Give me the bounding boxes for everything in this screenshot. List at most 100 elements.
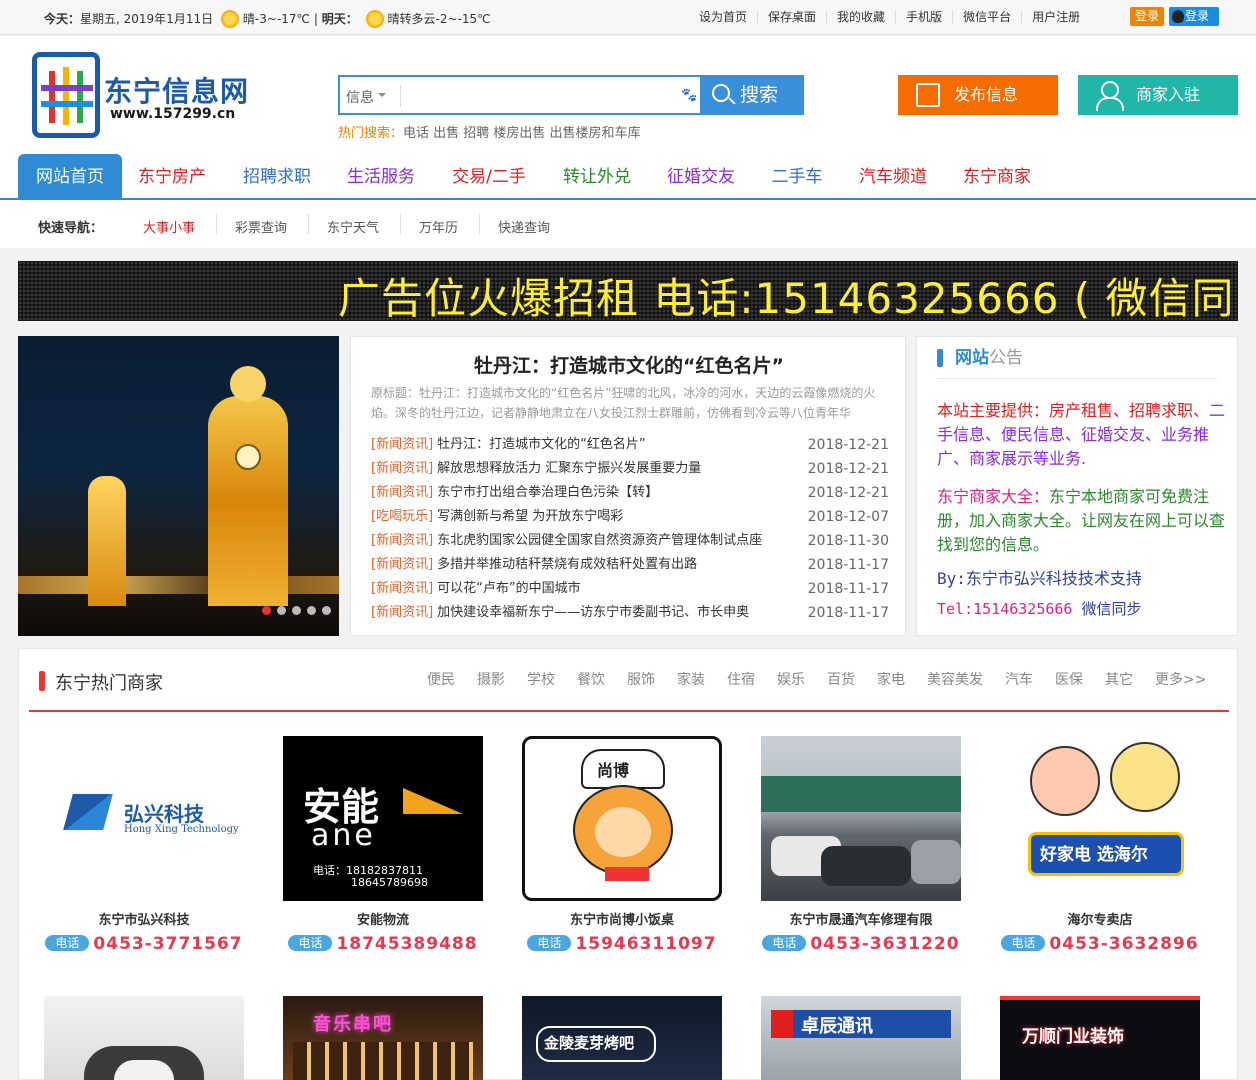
slide-dots — [262, 606, 331, 615]
search-button[interactable]: 搜索 — [700, 75, 804, 115]
category-link[interactable]: 学校 — [527, 669, 555, 689]
favorites-link[interactable]: 我的收藏 — [827, 10, 897, 24]
merchant-card[interactable]: 万顺门业装饰 — [1000, 996, 1200, 1080]
more-link[interactable]: 更多>> — [1155, 669, 1206, 689]
category-link[interactable]: 美容美发 — [927, 669, 983, 689]
merchant-logo[interactable] — [761, 736, 961, 901]
category-link[interactable]: 便民 — [427, 669, 455, 689]
news-title[interactable]: 加快建设幸福新东宁——访东宁市委副书记、市长申奥 — [437, 605, 749, 620]
category-link[interactable]: 住宿 — [727, 669, 755, 689]
phone-tag: 电话 — [288, 935, 333, 951]
merchant-card[interactable]: 金陵麦芽烤吧 — [522, 996, 722, 1080]
ad-banner-text: 广告位火爆招租 电话:15146325666 ( 微信同 — [338, 274, 1235, 321]
nav-life-service[interactable]: 生活服务 — [334, 154, 428, 200]
search-type-select[interactable]: 信息 — [346, 87, 386, 107]
nav-dating[interactable]: 征婚交友 — [654, 154, 748, 200]
nav-home[interactable]: 网站首页 — [18, 154, 122, 200]
quick-nav-label: 快速导航： — [38, 221, 104, 236]
merchant-logo[interactable]: 好家电 选海尔 — [1000, 736, 1200, 901]
ad-banner[interactable]: 广告位火爆招租 电话:15146325666 ( 微信同 — [18, 261, 1238, 321]
category-link[interactable]: 百货 — [827, 669, 855, 689]
notice-tel-value: 15146325666 — [973, 600, 1073, 618]
category-link[interactable]: 服饰 — [627, 669, 655, 689]
category-link[interactable]: 其它 — [1105, 669, 1133, 689]
category-link[interactable]: 家装 — [677, 669, 705, 689]
merchant-card[interactable]: 卓辰通讯 — [761, 996, 961, 1080]
merchant-logo[interactable]: 弘兴科技 Hong Xing Technology — [44, 736, 244, 901]
news-item[interactable]: [新闻资讯] 牡丹江：打造城市文化的“红色名片” 2018-12-21 — [371, 433, 891, 457]
merchant-name[interactable]: 东宁市尚博小饭桌 — [522, 909, 722, 928]
register-link[interactable]: 用户注册 — [1022, 10, 1090, 24]
merchant-logo[interactable]: 尚博 — [522, 736, 722, 901]
login-button[interactable]: 登录 — [1130, 7, 1164, 26]
arrow-icon — [403, 788, 463, 814]
notice-by-value[interactable]: 东宁市弘兴科技技术支持 — [966, 569, 1142, 588]
qq-login-button[interactable]: 登录 — [1169, 7, 1219, 26]
merchant-card[interactable]: 东宁市晟通汽车修理有限 电话 0453-3631220 — [761, 736, 961, 954]
merchant-logo[interactable]: 安能 ane 电话：18182837811 18645789698 — [283, 736, 483, 901]
notice-tel: Tel:15146325666 微信同步 — [937, 597, 1227, 621]
save-desktop-link[interactable]: 保存桌面 — [758, 10, 828, 24]
news-title[interactable]: 可以花“卢布”的中国城市 — [437, 581, 580, 596]
category-link[interactable]: 医保 — [1055, 669, 1083, 689]
site-logo[interactable]: 东宁信息网 www.157299.cn — [32, 52, 252, 142]
news-title[interactable]: 解放思想释放活力 汇聚东宁振兴发展重要力量 — [437, 461, 701, 476]
merchant-name[interactable]: 海尔专卖店 — [1000, 909, 1200, 928]
news-item[interactable]: [新闻资讯] 多措并举推动秸秆禁烧有成效秸秆处置有出路 2018-11-17 — [371, 553, 891, 577]
nav-auto[interactable]: 汽车频道 — [846, 154, 940, 200]
quick-item-lottery[interactable]: 彩票查询 — [235, 217, 287, 236]
quick-item-express[interactable]: 快递查询 — [498, 217, 550, 236]
top-bar: 今天：星期五, 2019年1月11日 晴-3~-17℃ | 明天： 晴转多云-2… — [0, 0, 1256, 35]
news-item[interactable]: [新闻资讯] 东北虎豹国家公园健全国家自然资源资产管理体制试点座 2018-11-3… — [371, 529, 891, 553]
merchant-card[interactable]: 好家电 选海尔 海尔专卖店 电话 0453-3632896 — [1000, 736, 1200, 954]
nav-realestate[interactable]: 东宁房产 — [124, 154, 220, 200]
merchant-join-button[interactable]: 商家入驻 — [1078, 75, 1238, 115]
merchant-name[interactable]: 东宁市弘兴科技 — [44, 909, 244, 928]
news-item[interactable]: [新闻资讯] 东宁市打出组合拳治理白色污染【转】 2018-12-21 — [371, 481, 891, 505]
mobile-link[interactable]: 手机版 — [896, 10, 954, 24]
today-label: 今天： — [44, 12, 81, 26]
merchant-card[interactable]: 安能 ane 电话：18182837811 18645789698 安能物流 电… — [283, 736, 483, 954]
category-link[interactable]: 摄影 — [477, 669, 505, 689]
category-link[interactable]: 娱乐 — [777, 669, 805, 689]
headline-title[interactable]: 牡丹江：打造城市文化的“红色名片” — [351, 351, 907, 378]
quick-item-calendar[interactable]: 万年历 — [419, 217, 458, 236]
logo-phone-2: 18645789698 — [351, 876, 428, 889]
wechat-platform-link[interactable]: 微信平台 — [953, 10, 1023, 24]
nav-transfer[interactable]: 转让外兑 — [550, 154, 644, 200]
slide-dot[interactable] — [307, 606, 316, 615]
news-item[interactable]: [新闻资讯] 可以花“卢布”的中国城市 2018-11-17 — [371, 577, 891, 601]
slide-dot[interactable] — [292, 606, 301, 615]
merchant-name[interactable]: 安能物流 — [283, 909, 483, 928]
merchant-card[interactable]: 弘兴科技 Hong Xing Technology 东宁市弘兴科技 电话 0453… — [44, 736, 244, 954]
hot-search-terms[interactable]: 电话 出售 招聘 楼房出售 出售楼房和车库 — [403, 126, 641, 141]
news-item[interactable]: [新闻资讯] 解放思想释放活力 汇聚东宁振兴发展重要力量 2018-12-21 — [371, 457, 891, 481]
set-homepage-link[interactable]: 设为首页 — [699, 10, 759, 24]
merchant-card[interactable]: 尚博 东宁市尚博小饭桌 电话 15946311097 — [522, 736, 722, 954]
category-link[interactable]: 家电 — [877, 669, 905, 689]
publish-button[interactable]: 发布信息 — [898, 75, 1058, 115]
nav-trade[interactable]: 交易/二手 — [438, 154, 540, 200]
slide-dot[interactable] — [277, 606, 286, 615]
merchant-card[interactable] — [44, 996, 244, 1080]
merchant-name[interactable]: 东宁市晟通汽车修理有限 — [761, 909, 961, 928]
news-title[interactable]: 写满创新与希望 为开放东宁喝彩 — [437, 509, 623, 524]
nav-merchants[interactable]: 东宁商家 — [950, 154, 1044, 200]
slide-dot[interactable] — [262, 606, 271, 615]
nav-used-car[interactable]: 二手车 — [758, 154, 836, 200]
news-title[interactable]: 东北虎豹国家公园健全国家自然资源资产管理体制试点座 — [437, 533, 762, 548]
news-title[interactable]: 多措并举推动秸秆禁烧有成效秸秆处置有出路 — [437, 557, 697, 572]
category-link[interactable]: 餐饮 — [577, 669, 605, 689]
category-link[interactable]: 汽车 — [1005, 669, 1033, 689]
quick-item-news[interactable]: 大事小事 — [143, 217, 195, 236]
news-title[interactable]: 牡丹江：打造城市文化的“红色名片” — [437, 437, 645, 452]
merchant-card[interactable]: 音乐串吧 — [283, 996, 483, 1080]
nav-jobs[interactable]: 招聘求职 — [228, 154, 326, 200]
news-item[interactable]: [吃喝玩乐] 写满创新与希望 为开放东宁喝彩 2018-12-07 — [371, 505, 891, 529]
news-slideshow[interactable] — [18, 336, 339, 636]
quick-item-weather[interactable]: 东宁天气 — [327, 217, 379, 236]
news-item[interactable]: [新闻资讯] 加快建设幸福新东宁——访东宁市委副书记、市长申奥 2018-11-17 — [371, 601, 891, 625]
slide-dot[interactable] — [322, 606, 331, 615]
paw-icon[interactable]: 🐾 — [681, 88, 697, 103]
news-title[interactable]: 东宁市打出组合拳治理白色污染【转】 — [437, 485, 658, 500]
